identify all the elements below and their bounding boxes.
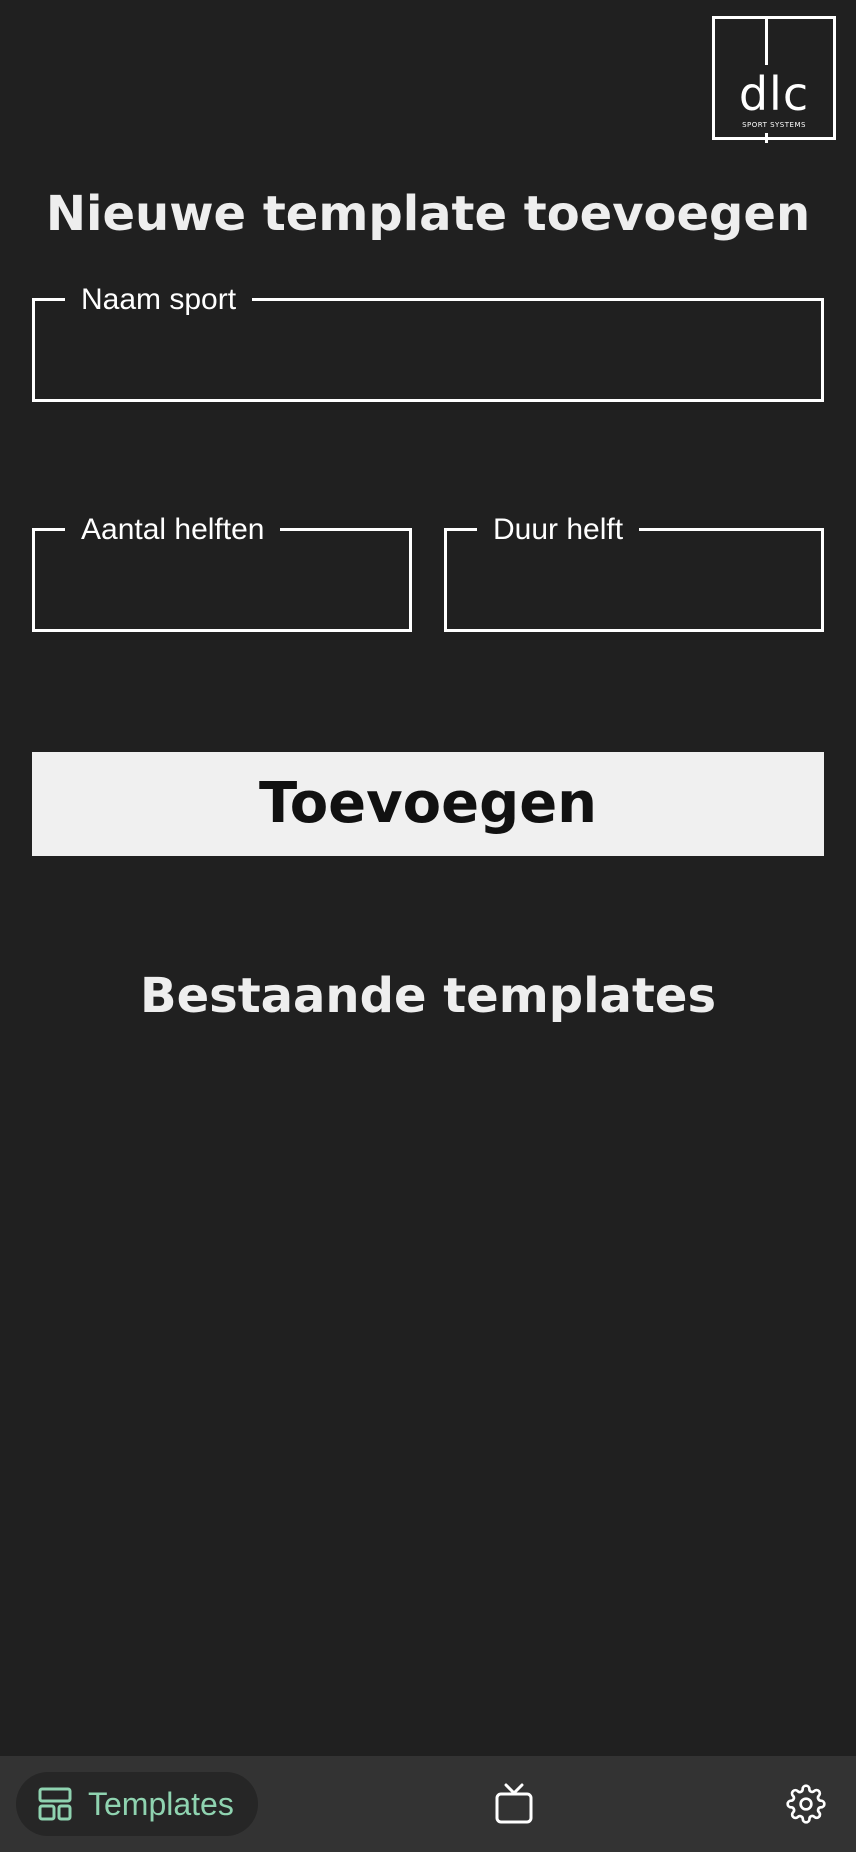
naam-sport-input[interactable] — [35, 301, 821, 399]
bottom-navigation: Templates — [0, 1756, 856, 1852]
brand-logo: dlc SPORT SYSTEMS — [712, 16, 836, 143]
nav-item-templates-label: Templates — [88, 1786, 234, 1822]
gear-icon[interactable] — [786, 1784, 826, 1824]
toevoegen-button[interactable]: Toevoegen — [32, 752, 824, 856]
existing-templates-title: Bestaande templates — [139, 968, 717, 1024]
tv-icon[interactable] — [494, 1782, 534, 1826]
logo-line-bottom — [765, 133, 768, 143]
aantal-helften-input[interactable] — [35, 531, 409, 629]
duur-helft-field[interactable]: Duur helft — [444, 513, 824, 632]
page-title: Nieuwe template toevoegen — [45, 186, 811, 242]
naam-sport-field[interactable]: Naam sport — [32, 283, 824, 402]
logo-line-top — [765, 19, 768, 65]
layout-icon — [38, 1787, 72, 1821]
logo-mark: dlc — [738, 67, 810, 121]
logo-tagline: SPORT SYSTEMS — [742, 121, 806, 129]
aantal-helften-field[interactable]: Aantal helften — [32, 513, 412, 632]
duur-helft-input[interactable] — [447, 531, 821, 629]
nav-item-templates[interactable]: Templates — [16, 1772, 258, 1836]
